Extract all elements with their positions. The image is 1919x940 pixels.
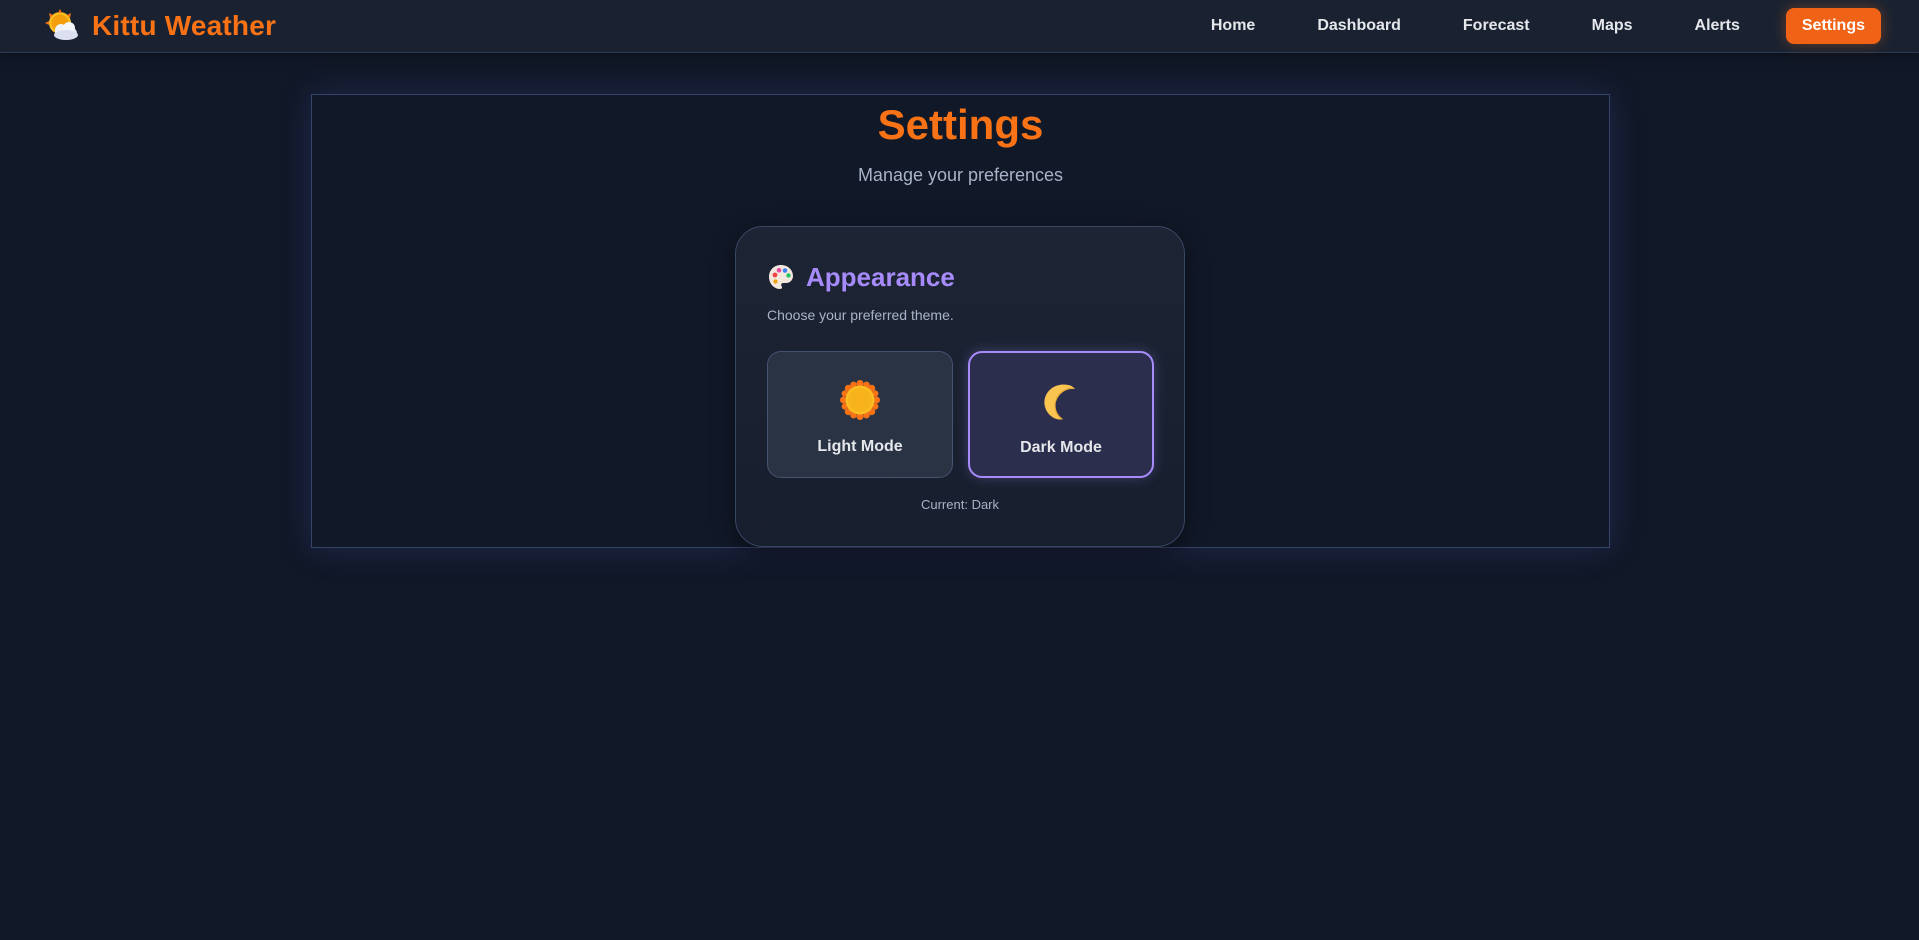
nav-links: Home Dashboard Forecast Maps Alerts Sett…: [1165, 7, 1881, 45]
sun-behind-cloud-icon: [44, 9, 80, 43]
current-theme-text: Current: Dark: [736, 497, 1184, 512]
appearance-description: Choose your preferred theme.: [767, 307, 954, 323]
nav-home-link[interactable]: Home: [1195, 8, 1271, 44]
nav-dashboard-link[interactable]: Dashboard: [1301, 8, 1417, 44]
nav-settings-link[interactable]: Settings: [1785, 8, 1881, 44]
settings-panel: Settings Manage your preferences Appeara…: [311, 94, 1610, 548]
dark-mode-option[interactable]: Dark Mode: [968, 351, 1154, 478]
dark-mode-label: Dark Mode: [1020, 439, 1102, 456]
light-mode-option[interactable]: Light Mode: [767, 351, 953, 478]
light-mode-label: Light Mode: [817, 438, 903, 455]
app-title: Kittu Weather: [92, 10, 277, 41]
crescent-moon-icon: [1041, 381, 1081, 421]
nav-alerts-link[interactable]: Alerts: [1679, 8, 1756, 44]
page-title: Settings: [877, 101, 1044, 148]
appearance-header: Appearance: [768, 261, 955, 293]
nav-maps-link[interactable]: Maps: [1576, 8, 1649, 44]
current-theme-value: Dark: [971, 497, 1000, 512]
brand[interactable]: Kittu Weather: [44, 6, 276, 46]
appearance-card: Appearance Choose your preferred theme.: [735, 226, 1185, 547]
appearance-title: Appearance: [806, 261, 955, 292]
palette-icon: [768, 264, 794, 290]
top-navbar: Kittu Weather Home Dashboard Forecast Ma…: [0, 0, 1919, 53]
sun-icon: [840, 380, 880, 420]
page-subtitle: Manage your preferences: [857, 165, 1064, 185]
current-theme-label: Current:: [920, 497, 968, 512]
nav-forecast-link[interactable]: Forecast: [1447, 8, 1546, 44]
